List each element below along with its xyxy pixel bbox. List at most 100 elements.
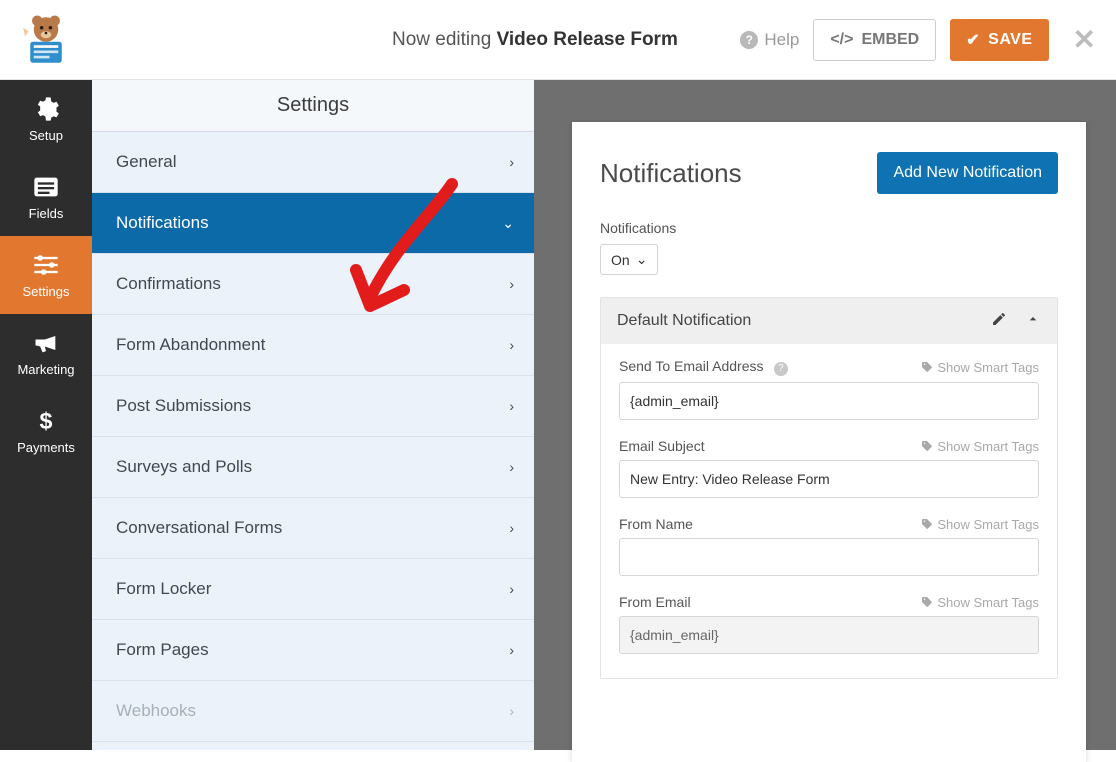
from-email-input[interactable] <box>619 616 1039 654</box>
rail-marketing[interactable]: Marketing <box>0 314 92 392</box>
menu-form-abandonment-label: Form Abandonment <box>116 335 265 355</box>
send-to-label: Send To Email Address <box>619 358 764 374</box>
toggle-label: Notifications <box>600 220 1058 236</box>
menu-surveys-label: Surveys and Polls <box>116 457 252 477</box>
field-from-email: From Email Show Smart Tags <box>619 594 1039 654</box>
left-rail: Setup Fields Settings Marketing $ Paymen… <box>0 80 92 750</box>
add-notification-button[interactable]: Add New Notification <box>877 152 1058 194</box>
help-icon[interactable]: ? <box>774 362 788 376</box>
chevron-down-icon: ⌄ <box>502 215 514 232</box>
top-bar: Now editing Video Release Form ? Help </… <box>0 0 1116 80</box>
check-icon: ✔ <box>966 30 980 50</box>
panel-head: Notifications Add New Notification <box>600 152 1058 194</box>
menu-conversational[interactable]: Conversational Forms › <box>92 498 534 559</box>
help-label: Help <box>764 30 799 50</box>
menu-post-submissions[interactable]: Post Submissions › <box>92 376 534 437</box>
rail-setup[interactable]: Setup <box>0 80 92 158</box>
rail-fields-label: Fields <box>29 206 64 221</box>
svg-text:$: $ <box>40 408 53 434</box>
panel-title: Notifications <box>600 158 742 189</box>
help-icon: ? <box>740 31 758 49</box>
menu-form-locker-label: Form Locker <box>116 579 211 599</box>
smart-tags-link[interactable]: Show Smart Tags <box>921 517 1039 532</box>
smart-tags-label: Show Smart Tags <box>937 517 1039 532</box>
menu-confirmations-label: Confirmations <box>116 274 221 294</box>
chevron-right-icon: › <box>509 154 514 170</box>
field-from-name: From Name Show Smart Tags <box>619 516 1039 576</box>
rail-setup-label: Setup <box>29 128 63 143</box>
menu-post-submissions-label: Post Submissions <box>116 396 251 416</box>
menu-general[interactable]: General › <box>92 132 534 193</box>
help-link[interactable]: ? Help <box>740 30 799 50</box>
chevron-right-icon: › <box>509 398 514 414</box>
rail-settings[interactable]: Settings <box>0 236 92 314</box>
notifications-panel: Notifications Add New Notification Notif… <box>572 122 1086 762</box>
field-subject: Email Subject Show Smart Tags <box>619 438 1039 498</box>
menu-form-locker[interactable]: Form Locker › <box>92 559 534 620</box>
menu-notifications-label: Notifications <box>116 213 209 233</box>
bullhorn-icon <box>32 330 60 356</box>
logo-box <box>0 0 92 80</box>
field-send-to: Send To Email Address ? Show Smart Tags <box>619 358 1039 420</box>
settings-header: Settings <box>92 80 534 132</box>
menu-webhooks-label: Webhooks <box>116 701 196 721</box>
chevron-right-icon: › <box>509 581 514 597</box>
chevron-right-icon: › <box>509 337 514 353</box>
notifications-toggle-block: Notifications On ⌄ <box>600 220 1058 275</box>
menu-list: General › Notifications ⌄ Confirmations … <box>92 132 534 750</box>
menu-confirmations[interactable]: Confirmations › <box>92 254 534 315</box>
chevron-right-icon: › <box>509 520 514 536</box>
menu-surveys[interactable]: Surveys and Polls › <box>92 437 534 498</box>
chevron-down-icon: ⌄ <box>636 251 648 268</box>
notifications-toggle[interactable]: On ⌄ <box>600 244 658 275</box>
card-title: Default Notification <box>617 312 751 330</box>
toggle-value: On <box>611 252 630 268</box>
app-logo <box>18 12 74 68</box>
send-to-input[interactable] <box>619 382 1039 420</box>
gear-icon <box>32 96 60 122</box>
menu-form-pages-label: Form Pages <box>116 640 209 660</box>
top-content: Now editing Video Release Form ? Help </… <box>92 0 1116 79</box>
embed-button[interactable]: </> EMBED <box>813 19 936 61</box>
card-body: Send To Email Address ? Show Smart Tags <box>601 344 1057 678</box>
chevron-right-icon: › <box>509 276 514 292</box>
code-icon: </> <box>830 31 853 49</box>
smart-tags-link[interactable]: Show Smart Tags <box>921 595 1039 610</box>
editing-label: Now editing Video Release Form <box>392 29 678 51</box>
rail-payments[interactable]: $ Payments <box>0 392 92 470</box>
menu-general-label: General <box>116 152 176 172</box>
rail-fields[interactable]: Fields <box>0 158 92 236</box>
smart-tags-label: Show Smart Tags <box>937 439 1039 454</box>
card-actions <box>991 311 1041 332</box>
smart-tags-link[interactable]: Show Smart Tags <box>921 360 1039 375</box>
notification-card: Default Notification S <box>600 297 1058 679</box>
rail-spacer <box>0 470 92 750</box>
close-button[interactable]: ✕ <box>1073 23 1096 56</box>
menu-form-abandonment[interactable]: Form Abandonment › <box>92 315 534 376</box>
save-label: SAVE <box>988 31 1032 49</box>
edit-icon[interactable] <box>991 311 1007 332</box>
menu-webhooks[interactable]: Webhooks › <box>92 681 534 742</box>
chevron-right-icon: › <box>509 642 514 658</box>
smart-tags-label: Show Smart Tags <box>937 360 1039 375</box>
save-button[interactable]: ✔ SAVE <box>950 19 1048 61</box>
right-pane: Notifications Add New Notification Notif… <box>534 80 1116 750</box>
rail-settings-label: Settings <box>23 284 70 299</box>
subject-input[interactable] <box>619 460 1039 498</box>
menu-notifications[interactable]: Notifications ⌄ <box>92 193 534 254</box>
smart-tags-link[interactable]: Show Smart Tags <box>921 439 1039 454</box>
list-icon <box>32 174 60 200</box>
form-name: Video Release Form <box>497 29 678 50</box>
settings-menu: Settings General › Notifications ⌄ Confi… <box>92 80 534 750</box>
sliders-icon <box>32 252 60 278</box>
subject-label: Email Subject <box>619 438 705 454</box>
chevron-up-icon[interactable] <box>1025 311 1041 332</box>
from-name-label: From Name <box>619 516 693 532</box>
menu-form-pages[interactable]: Form Pages › <box>92 620 534 681</box>
editing-prefix: Now editing <box>392 29 491 50</box>
rail-payments-label: Payments <box>17 440 75 455</box>
card-head: Default Notification <box>601 298 1057 344</box>
rail-marketing-label: Marketing <box>17 362 74 377</box>
from-name-input[interactable] <box>619 538 1039 576</box>
chevron-right-icon: › <box>509 459 514 475</box>
